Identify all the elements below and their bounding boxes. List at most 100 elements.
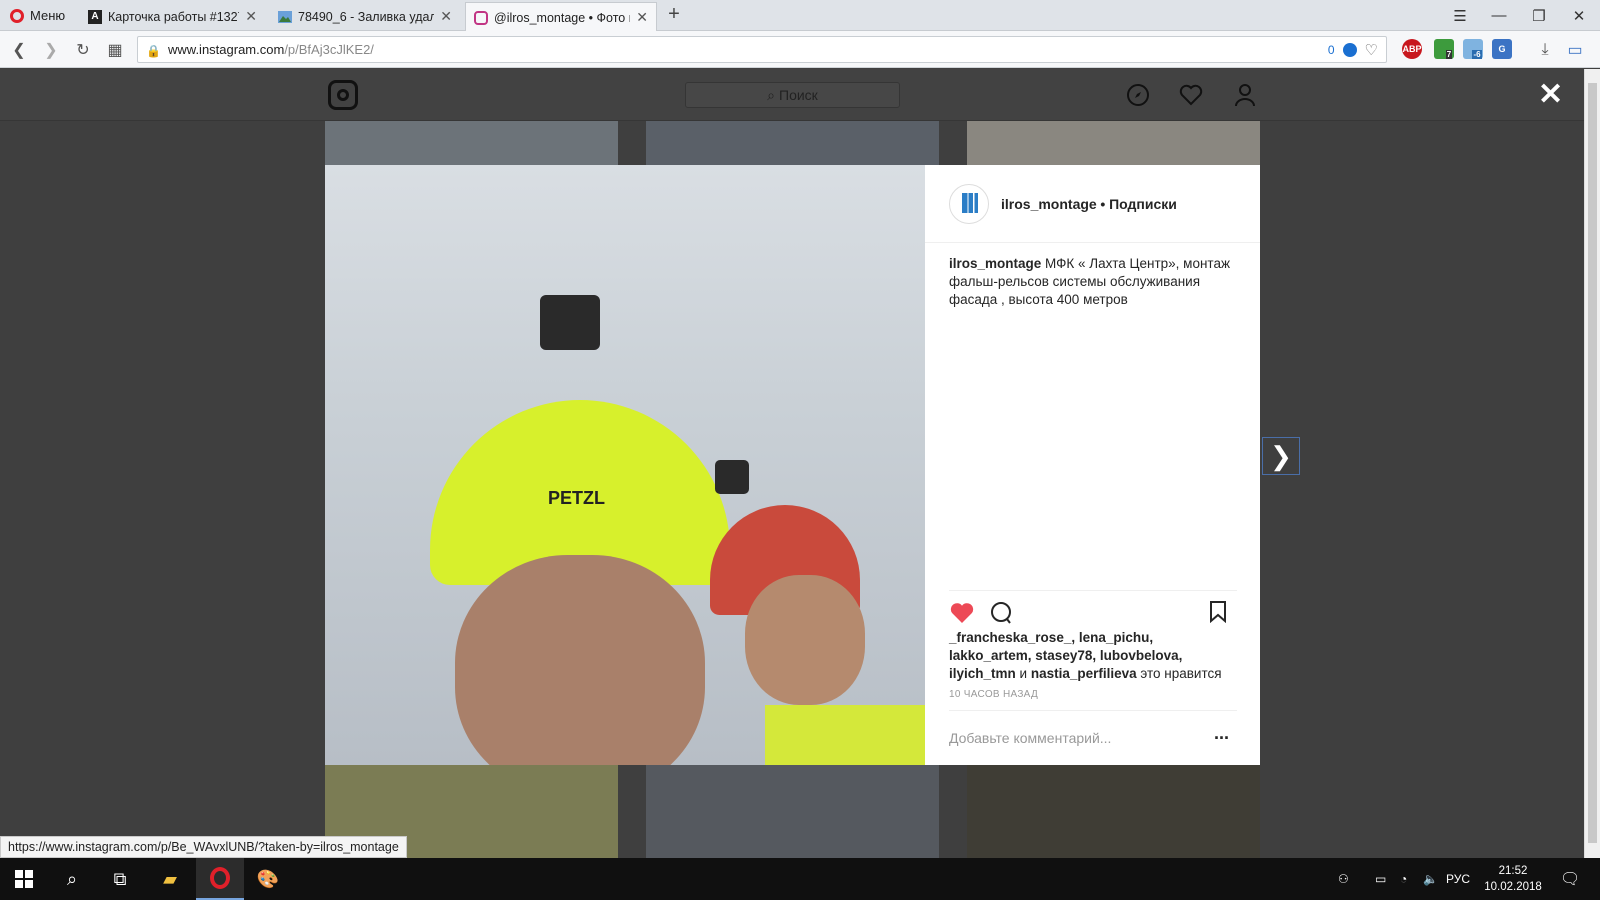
weather-extension-icon[interactable]: -6 [1463,39,1483,59]
task-view-icon[interactable]: ⧉ [96,858,144,900]
image-favicon-icon [278,10,292,24]
search-icon[interactable]: ⌕ [48,858,96,900]
browser-tab-bar: Меню A Карточка работы #13277 ✕ 78490_6 … [0,0,1600,32]
system-clock[interactable]: 21:52 10.02.2018 [1478,863,1548,895]
forward-icon[interactable]: ❯ [40,39,62,61]
page-scrollbar[interactable] [1584,69,1600,858]
save-bookmark-icon[interactable] [1209,601,1227,629]
opera-logo-icon [10,8,24,23]
opera-logo-icon [210,867,230,889]
grid-thumbnail[interactable] [967,765,1260,858]
opera-taskbar-icon[interactable] [196,858,244,900]
url-path: /p/BfAj3cJlKE2/ [284,42,374,57]
tab-instagram[interactable]: @ilros_montage • Фото и ✕ [465,2,657,32]
tab-close-icon[interactable]: ✕ [636,9,648,26]
tab-favicon-a: A [88,9,102,24]
secure-lock-icon: 🔒 [146,43,161,58]
follow-status[interactable]: • Подписки [1100,196,1177,212]
clock-date: 10.02.2018 [1484,881,1542,893]
like-heart-icon[interactable] [949,601,975,630]
next-post-chevron-icon[interactable]: ❯ [1262,437,1300,475]
minimize-icon[interactable]: — [1480,0,1518,31]
adblock-shield-icon[interactable] [1342,43,1357,57]
back-icon[interactable]: ❮ [8,39,30,61]
explore-compass-icon[interactable] [1125,82,1151,108]
search-placeholder: Поиск [779,87,818,103]
instagram-logo-icon[interactable] [328,80,358,110]
hi-vis-vest [765,705,925,765]
opera-menu-button[interactable]: Меню [0,0,78,31]
scrollbar-thumb[interactable] [1588,83,1597,843]
more-options-icon[interactable]: ... [1214,723,1229,744]
tab-title: @ilros_montage • Фото и [494,10,631,25]
paint-app-icon[interactable]: 🎨 [244,858,292,900]
comment-bubble-icon[interactable] [989,601,1013,631]
restore-icon[interactable]: ❐ [1520,0,1558,31]
adblock-plus-icon[interactable]: ABP [1402,39,1422,59]
heart-bookmark-icon[interactable]: ♡ [1365,41,1378,59]
link-status-url: https://www.instagram.com/p/Be_WAvxlUNB/… [0,836,407,858]
grid-thumbnail[interactable] [646,121,939,165]
downloads-icon[interactable]: ⤓ [1534,39,1556,61]
speed-dial-icon[interactable]: ▦ [104,39,126,61]
file-explorer-icon[interactable]: ▰ [146,858,194,900]
post-actions [949,590,1237,624]
people-icon[interactable]: ⚇ [1338,858,1349,900]
tab-title: Карточка работы #13277 [108,9,240,24]
extension-badge: 7 [1445,49,1453,59]
avatar[interactable] [949,183,989,224]
likes-conjunction: и [1015,666,1031,681]
grid-thumbnail[interactable] [325,121,618,165]
action-camera [540,295,600,350]
tab-title: 78490_6 - Заливка удалас [298,9,435,24]
wifi-icon[interactable]: ◔ [1400,858,1407,900]
tab-menu-icon[interactable]: ☰ [1441,0,1479,31]
author-username[interactable]: ilros_montage [1001,196,1097,212]
url-host: www.instagram.com [168,42,285,57]
post-photo[interactable]: PETZL [325,165,925,765]
new-tab-plus-icon[interactable]: + [662,3,686,26]
post-sidebar: ilros_montage • Подписки ilros_montage М… [925,165,1260,765]
grid-thumbnail[interactable] [967,121,1260,165]
tracker-count-badge[interactable]: 0 [1328,43,1335,57]
download-extension-icon[interactable]: 7 [1434,39,1454,59]
comment-input[interactable]: Добавьте комментарий... ... [949,710,1237,765]
tab-fill-upload[interactable]: 78490_6 - Заливка удалас ✕ [270,2,460,31]
post-caption: ilros_montage МФК « Лахта Центр», монтаж… [949,255,1239,309]
comment-placeholder: Добавьте комментарий... [949,730,1112,746]
post-modal: PETZL ilros_montage • Подписки ilros_mon… [325,165,1260,765]
helmet-logo-text: PETZL [548,488,605,508]
person-face [745,575,865,705]
likes-summary: _francheska_rose_, lena_pichu, lakko_art… [949,629,1239,683]
grid-thumbnail[interactable] [646,765,939,858]
close-window-icon[interactable]: ✕ [1560,0,1598,31]
caption-username[interactable]: ilros_montage [949,256,1041,271]
post-timestamp[interactable]: 10 часов назад [949,689,1038,700]
battery-icon[interactable]: ▭ [1375,858,1386,900]
translate-extension-icon[interactable]: G [1492,39,1512,59]
profile-icon[interactable] [1232,82,1258,108]
close-modal-icon[interactable]: ✕ [1538,77,1563,112]
menu-label: Меню [30,8,66,23]
search-icon: ⌕ [767,86,776,103]
language-indicator[interactable]: РУС [1446,858,1470,900]
address-bar-row: ❮ ❯ ↻ ▦ 🔒 www.instagram.com/p/BfAj3cJlKE… [0,31,1600,68]
instagram-page: ⌕ Поиск ✕ PETZL ilros_montage • Подписки… [0,69,1584,858]
liked-by-last-user[interactable]: nastia_perfilieva [1031,666,1137,681]
battery-saver-icon[interactable]: ▭ [1564,39,1586,61]
url-field[interactable]: 🔒 www.instagram.com/p/BfAj3cJlKE2/ 0 ♡ [137,36,1387,63]
notifications-icon[interactable]: 🗨 [1560,858,1580,900]
volume-icon[interactable]: 🔈 [1423,858,1438,900]
tab-close-icon[interactable]: ✕ [245,8,257,25]
action-camera [715,460,749,494]
likes-suffix: это нравится [1136,666,1222,681]
reload-icon[interactable]: ↻ [72,39,94,61]
post-author-header: ilros_montage • Подписки [925,165,1260,243]
instagram-favicon-icon [474,10,488,25]
windows-taskbar: ⌕ ⧉ ▰ 🎨 ⚇ ▭ ◔ 🔈 РУС 21:52 10.02.2018 🗨 [0,858,1600,900]
activity-heart-icon[interactable] [1178,82,1204,108]
windows-start-icon[interactable] [0,858,48,900]
search-input[interactable]: ⌕ Поиск [685,82,900,108]
tab-work-card[interactable]: A Карточка работы #13277 ✕ [80,2,265,31]
tab-close-icon[interactable]: ✕ [440,8,452,25]
